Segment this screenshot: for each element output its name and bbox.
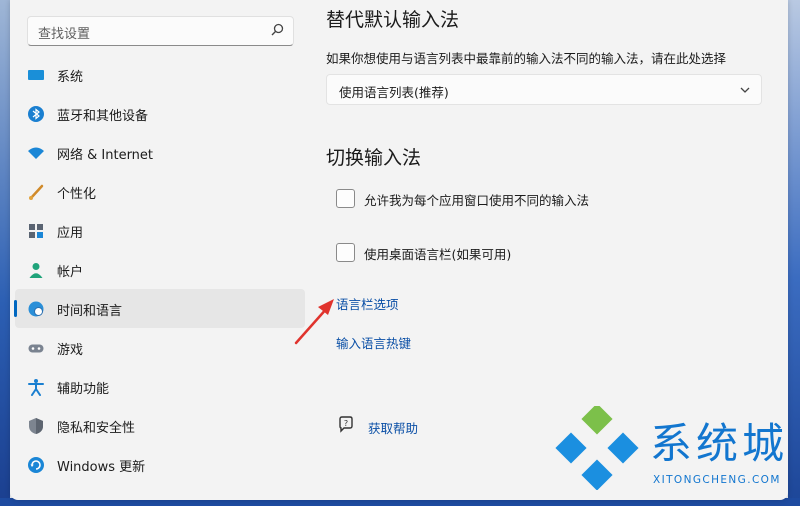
bluetooth-icon: [28, 106, 44, 122]
red-arrow-annotation-icon: [294, 299, 334, 345]
svg-text:?: ?: [344, 419, 348, 428]
sidebar-item-label: 帐户: [57, 265, 84, 280]
section-title-default-input: 替代默认输入法: [326, 9, 460, 31]
wifi-icon: [28, 147, 44, 159]
default-input-dropdown[interactable]: 使用语言列表(推荐): [326, 74, 762, 105]
sidebar-item-label: 网络 & Internet: [57, 148, 154, 163]
per-app-input-label: 允许我为每个应用窗口使用不同的输入法: [364, 193, 590, 208]
globe-clock-icon: [28, 301, 44, 317]
sidebar-item-windows-update[interactable]: Windows 更新: [15, 445, 305, 484]
help-icon: ?: [339, 416, 353, 433]
search-icon[interactable]: [269, 22, 285, 38]
person-icon: [29, 263, 43, 278]
sidebar-item-label: 时间和语言: [57, 304, 123, 319]
section-title-switch-input: 切换输入法: [326, 147, 422, 169]
sidebar-item-label: 游戏: [57, 343, 84, 358]
per-app-input-checkbox[interactable]: [336, 189, 355, 208]
sidebar-item-gaming[interactable]: 游戏: [15, 328, 305, 367]
get-help-link[interactable]: 获取帮助: [368, 418, 418, 437]
apps-grid-icon: [29, 224, 43, 238]
sidebar-item-accessibility[interactable]: 辅助功能: [15, 367, 305, 406]
sidebar-item-personalization[interactable]: 个性化: [15, 172, 305, 211]
sidebar-item-label: 系统: [57, 70, 84, 85]
search-placeholder: 查找设置: [38, 27, 91, 42]
sidebar-item-privacy[interactable]: 隐私和安全性: [15, 406, 305, 445]
chevron-down-icon: [740, 87, 750, 93]
watermark-subtext: XITONGCHENG.COM: [653, 474, 781, 486]
desktop-language-bar-label: 使用桌面语言栏(如果可用): [364, 247, 512, 262]
shield-icon: [29, 418, 43, 434]
sidebar-item-label: 蓝牙和其他设备: [57, 109, 149, 124]
desktop-wallpaper-right: [788, 0, 800, 506]
gamepad-icon: [28, 344, 44, 353]
watermark-text: 系统城: [650, 419, 788, 468]
sidebar-item-label: 辅助功能: [57, 382, 110, 397]
sidebar-item-label: 应用: [57, 226, 84, 241]
sidebar-item-bluetooth[interactable]: 蓝牙和其他设备: [15, 94, 305, 133]
desktop-language-bar-checkbox[interactable]: [336, 243, 355, 262]
default-input-description: 如果你想使用与语言列表中最靠前的输入法不同的输入法，请在此处选择: [326, 51, 727, 66]
sidebar-item-accounts[interactable]: 帐户: [15, 250, 305, 289]
brush-icon: [29, 184, 44, 200]
language-bar-options-link[interactable]: 语言栏选项: [336, 294, 399, 313]
watermark-logo-icon: [555, 406, 639, 490]
sidebar-item-network[interactable]: 网络 & Internet: [15, 133, 305, 172]
sidebar-item-time-language[interactable]: 时间和语言: [14, 289, 305, 328]
input-language-hotkeys-link[interactable]: 输入语言热键: [336, 333, 411, 352]
sidebar-item-label: 个性化: [57, 187, 97, 202]
accessibility-icon: [28, 379, 44, 396]
search-input[interactable]: 查找设置: [27, 16, 294, 46]
settings-window: 查找设置 系统 蓝牙和其他设备 网络 & Internet 个性化 应用 帐户 …: [10, 0, 788, 500]
sidebar-item-label: 隐私和安全性: [57, 421, 136, 436]
sidebar-item-system[interactable]: 系统: [15, 55, 305, 94]
desktop-wallpaper-left: [0, 0, 10, 506]
sidebar-nav: 系统 蓝牙和其他设备 网络 & Internet 个性化 应用 帐户 时间和语言…: [14, 55, 305, 484]
monitor-icon: [28, 70, 44, 80]
update-refresh-icon: [28, 457, 44, 473]
sidebar-item-apps[interactable]: 应用: [15, 211, 305, 250]
sidebar-item-label: Windows 更新: [57, 460, 146, 475]
dropdown-selected-value: 使用语言列表(推荐): [339, 85, 449, 100]
